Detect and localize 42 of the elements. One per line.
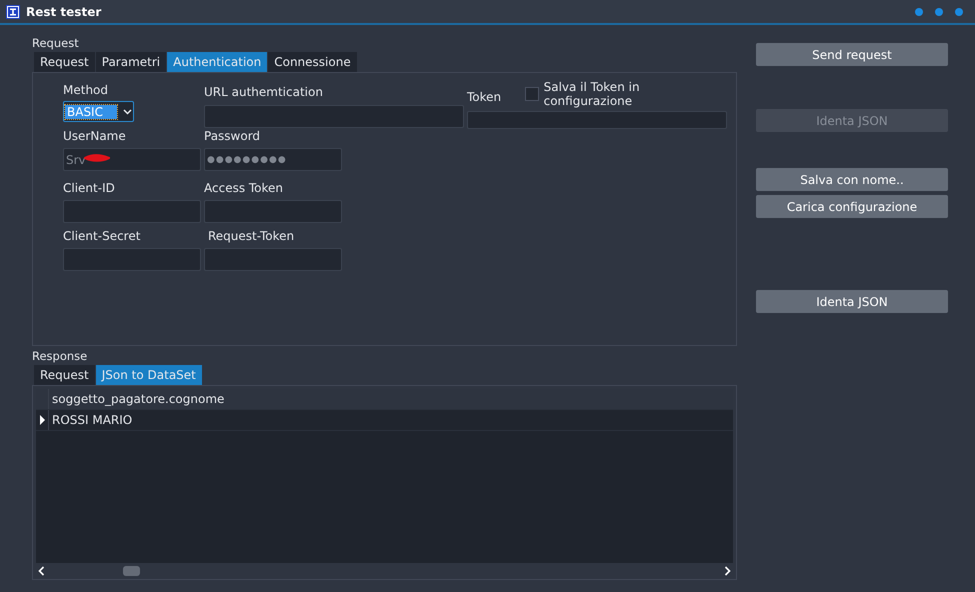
- scroll-thumb[interactable]: [123, 566, 140, 576]
- method-dropdown[interactable]: BASIC: [63, 101, 134, 122]
- input-field[interactable]: [204, 248, 342, 271]
- checkbox[interactable]: Salva il Token in configurazione: [525, 80, 723, 108]
- tab[interactable]: Authentication: [167, 52, 268, 72]
- tab[interactable]: Request: [34, 52, 95, 72]
- input-field[interactable]: [63, 248, 201, 271]
- caret-icon: [123, 108, 132, 114]
- field-label: Client-ID: [63, 181, 116, 195]
- table-cell-text: ROSSI MARIO: [51, 412, 132, 429]
- field-label: Token: [467, 90, 502, 104]
- input-field[interactable]: ●●●●●●●●●: [204, 148, 342, 171]
- field-label: Request-Token: [207, 229, 296, 243]
- field-label: Password: [204, 129, 262, 143]
- button[interactable]: Send request: [756, 43, 948, 66]
- field-label: UserName: [63, 129, 127, 143]
- app-icon: [6, 4, 20, 18]
- tab[interactable]: Request: [34, 365, 95, 385]
- input-field[interactable]: Srv: [63, 148, 201, 171]
- input-field[interactable]: [204, 105, 464, 128]
- input-field[interactable]: [204, 200, 342, 223]
- button[interactable]: Salva con nome..: [756, 168, 948, 191]
- field-label: URL authemtication: [204, 85, 324, 99]
- scroll-right-icon[interactable]: [724, 566, 731, 576]
- tab[interactable]: JSon to DataSet: [96, 365, 202, 385]
- tab[interactable]: Connessione: [268, 52, 357, 72]
- dot-icon[interactable]: [935, 8, 943, 16]
- scroll-left-icon[interactable]: [38, 566, 45, 576]
- group-label: Response: [32, 348, 88, 365]
- field-label: Client-Secret: [63, 229, 142, 243]
- input-field[interactable]: [467, 111, 727, 129]
- field-label: Method: [63, 83, 110, 97]
- group-label: Request: [32, 35, 80, 52]
- dot-icon[interactable]: [915, 8, 923, 16]
- button[interactable]: Carica configurazione: [756, 195, 948, 218]
- button[interactable]: Identa JSON: [756, 290, 948, 313]
- tab[interactable]: Parametri: [96, 52, 166, 72]
- input-field[interactable]: [63, 200, 201, 223]
- dot-icon[interactable]: [955, 8, 963, 16]
- window-title: Rest tester: [26, 4, 102, 18]
- redaction-mark: [84, 154, 110, 162]
- field-label: Access Token: [204, 181, 284, 195]
